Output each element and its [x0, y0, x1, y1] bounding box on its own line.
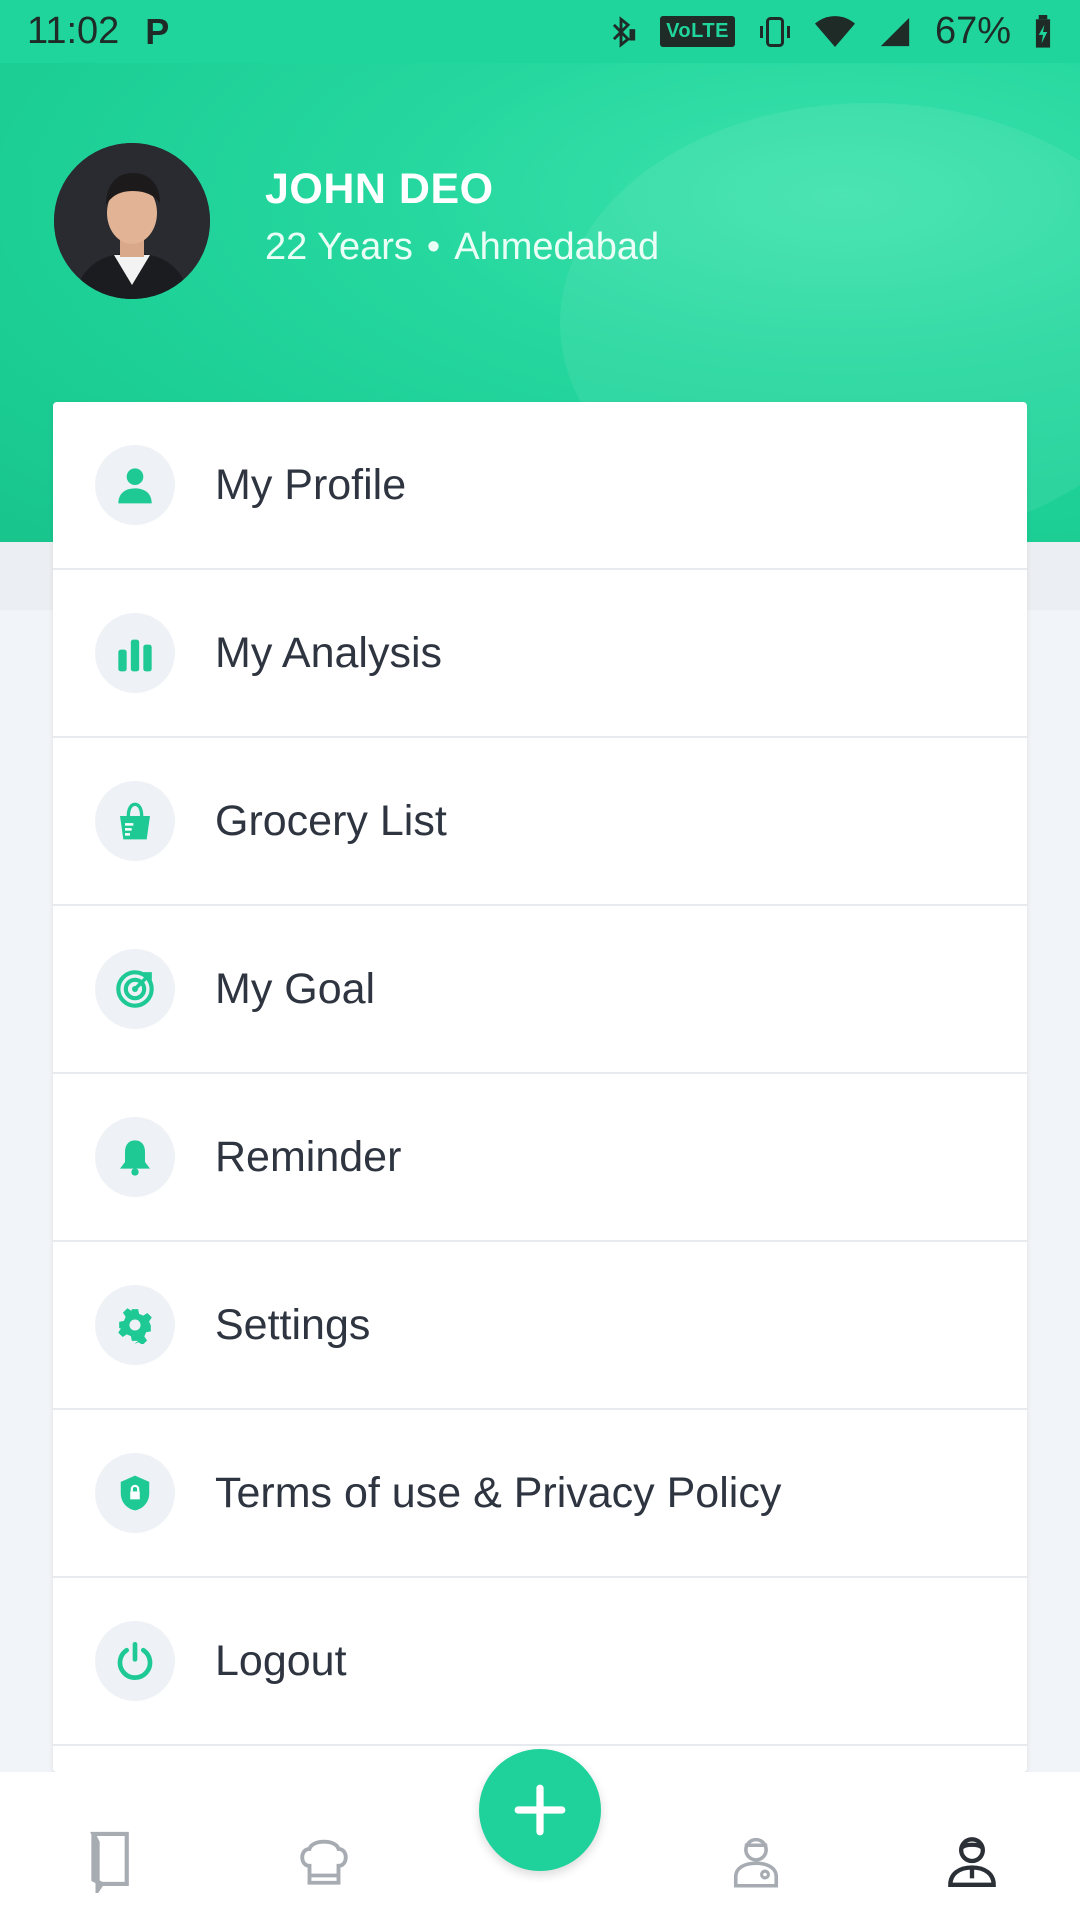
menu-label: Grocery List — [215, 796, 447, 845]
doctor-icon — [733, 1837, 779, 1888]
power-icon — [95, 1621, 175, 1701]
book-icon — [90, 1831, 129, 1893]
menu-item-reminder[interactable]: Reminder — [53, 1074, 1027, 1242]
menu-label: Logout — [215, 1636, 347, 1685]
menu-label: My Profile — [215, 460, 407, 509]
person-icon — [95, 445, 175, 525]
user-age: 22 Years — [265, 226, 413, 268]
menu-item-logout[interactable]: Logout — [53, 1578, 1027, 1746]
menu-label: Settings — [215, 1300, 371, 1349]
shield-lock-icon — [95, 1453, 175, 1533]
chef-hat-icon — [300, 1839, 348, 1885]
add-icon — [514, 1784, 566, 1836]
gear-icon — [95, 1285, 175, 1365]
wifi-icon — [814, 15, 855, 47]
battery-percent: 67% — [934, 10, 1011, 52]
nav-doctor[interactable] — [701, 1816, 811, 1906]
menu-item-my-analysis[interactable]: My Analysis — [53, 570, 1027, 738]
bluetooth-icon — [612, 15, 636, 48]
nav-recipes[interactable] — [269, 1816, 379, 1906]
nav-book[interactable] — [53, 1816, 163, 1906]
signal-icon — [880, 17, 910, 46]
avatar-photo — [54, 143, 210, 299]
bell-icon — [95, 1117, 175, 1197]
menu-item-terms-privacy[interactable]: Terms of use & Privacy Policy — [53, 1410, 1027, 1578]
add-button[interactable] — [479, 1749, 601, 1871]
volte-badge: VoLTE — [660, 16, 735, 47]
user-icon — [948, 1837, 996, 1887]
vibrate-icon — [759, 16, 790, 47]
user-name: JOHN DEO — [265, 165, 494, 213]
avatar[interactable] — [54, 143, 210, 299]
menu-label: Terms of use & Privacy Policy — [215, 1468, 782, 1517]
menu-item-settings[interactable]: Settings — [53, 1242, 1027, 1410]
user-meta: 22 Years • Ahmedabad — [265, 226, 659, 269]
battery-charging-icon — [1035, 14, 1051, 48]
menu-item-my-goal[interactable]: My Goal — [53, 906, 1027, 1074]
user-city: Ahmedabad — [454, 226, 660, 268]
status-time: 11:02 — [27, 10, 120, 52]
nav-user[interactable] — [917, 1816, 1027, 1906]
menu-card: My Profile My Analysis Grocery List My G… — [53, 402, 1027, 1772]
status-bar: 11:02 P VoLTE 67% — [0, 0, 1080, 63]
meta-separator: • — [426, 226, 441, 268]
menu-label: My Goal — [215, 964, 376, 1013]
menu-item-grocery-list[interactable]: Grocery List — [53, 738, 1027, 906]
target-icon — [95, 949, 175, 1029]
menu-label: Reminder — [215, 1132, 402, 1181]
menu-label: My Analysis — [215, 628, 443, 677]
parking-app-icon: P — [145, 10, 170, 52]
grocery-bag-icon — [95, 781, 175, 861]
menu-item-my-profile[interactable]: My Profile — [53, 402, 1027, 570]
bar-chart-icon — [95, 613, 175, 693]
